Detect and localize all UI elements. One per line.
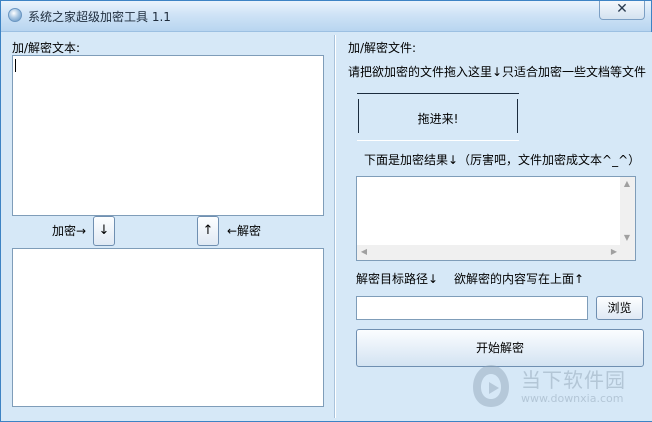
scroll-left-icon[interactable]: ◀ — [357, 245, 371, 259]
file-section-label: 加/解密文件: — [348, 41, 417, 55]
panel-divider — [334, 35, 336, 418]
encrypt-button[interactable]: ↓ — [93, 216, 115, 246]
scroll-down-icon[interactable]: ▼ — [620, 231, 634, 245]
target-path-input[interactable] — [356, 296, 588, 320]
output-text-area[interactable] — [12, 248, 324, 407]
title-bar: 系统之家超级加密工具 1.1 ✕ — [1, 1, 651, 32]
close-button[interactable]: ✕ — [599, 1, 645, 20]
content-hint: 欲解密的内容写在上面↑ — [454, 272, 585, 286]
drag-instruction: 请把欲加密的文件拖入这里↓只适合加密一些文档等文件 — [348, 65, 647, 79]
vertical-scrollbar[interactable]: ▲ ▼ — [620, 177, 635, 245]
decrypt-button[interactable]: ↑ — [197, 216, 219, 246]
app-icon — [8, 8, 22, 22]
text-caret — [15, 59, 16, 72]
browse-button[interactable]: 浏览 — [596, 296, 643, 320]
scroll-right-icon[interactable]: ▶ — [607, 245, 621, 259]
watermark-logo-icon — [473, 365, 509, 407]
result-text-area[interactable]: ▲ ▼ ◀ ▶ — [356, 176, 636, 261]
text-section-label: 加/解密文本: — [12, 41, 81, 55]
watermark-brand: 当下软件园 — [521, 368, 626, 392]
watermark-url: www.downxia.com — [521, 392, 624, 405]
path-label: 解密目标路径↓ — [356, 272, 439, 286]
encrypt-label: 加密→ — [52, 224, 87, 238]
window-title: 系统之家超级加密工具 1.1 — [28, 10, 171, 24]
horizontal-scrollbar[interactable]: ◀ ▶ — [357, 245, 635, 260]
up-arrow-icon: ↑ — [202, 223, 214, 238]
main-window: 系统之家超级加密工具 1.1 ✕ 加/解密文本: 加密→ ↓ ↑ ←解密 加/解… — [0, 0, 652, 422]
watermark: 当下软件园 www.downxia.com — [469, 356, 649, 416]
input-text-area[interactable] — [12, 55, 324, 216]
drop-zone-text: 拖进来! — [417, 112, 459, 126]
result-label: 下面是加密结果↓（厉害吧，文件加密成文本^_^） — [364, 153, 641, 167]
decrypt-label: ←解密 — [227, 224, 262, 238]
scroll-up-icon[interactable]: ▲ — [620, 177, 634, 191]
down-arrow-icon: ↓ — [98, 223, 110, 238]
file-drop-zone[interactable]: 拖进来! — [357, 93, 519, 141]
